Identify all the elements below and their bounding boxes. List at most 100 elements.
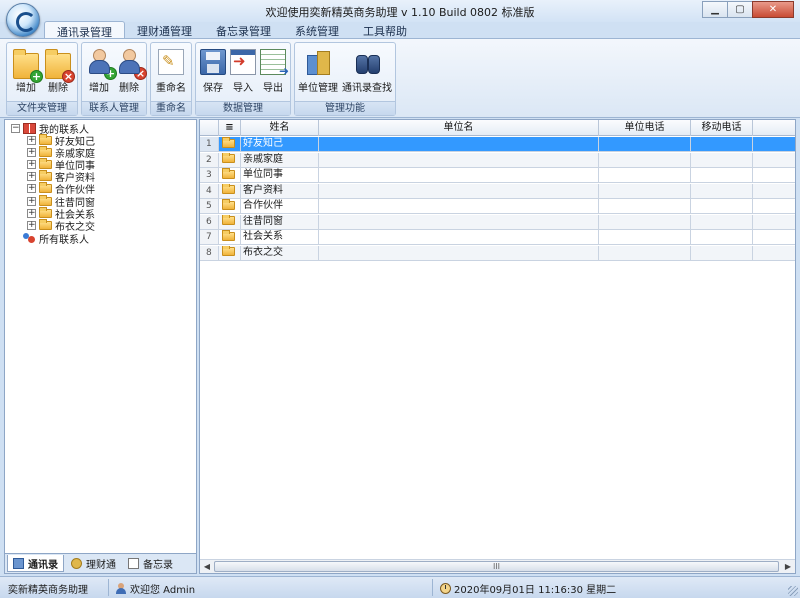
column-header-company[interactable]: 单位名 bbox=[319, 120, 599, 136]
cell-office-phone[interactable] bbox=[599, 214, 691, 230]
table-row[interactable]: 8 布衣之交 bbox=[200, 245, 795, 261]
expand-icon[interactable]: + bbox=[27, 221, 36, 230]
expand-icon[interactable]: + bbox=[27, 160, 36, 169]
cell-name[interactable]: 单位同事 bbox=[241, 168, 319, 183]
row-icon-cell[interactable] bbox=[219, 183, 241, 199]
expand-icon[interactable]: + bbox=[27, 136, 36, 145]
cell-office-phone[interactable] bbox=[599, 152, 691, 168]
scroll-left-icon[interactable]: ◀ bbox=[200, 560, 214, 573]
app-menu-orb-icon[interactable] bbox=[6, 3, 40, 37]
cell-extra[interactable] bbox=[753, 137, 795, 152]
delete-folder-button[interactable]: × 删除 bbox=[43, 49, 75, 97]
column-chooser-icon[interactable]: ≡ bbox=[219, 120, 241, 136]
cell-office-phone[interactable] bbox=[599, 183, 691, 199]
row-icon-cell[interactable] bbox=[219, 230, 241, 245]
cell-extra[interactable] bbox=[753, 230, 795, 245]
add-folder-button[interactable]: + 增加 bbox=[11, 49, 43, 97]
expand-icon[interactable]: + bbox=[27, 172, 36, 181]
cell-office-phone[interactable] bbox=[599, 245, 691, 261]
row-icon-cell[interactable] bbox=[219, 214, 241, 230]
tab-finance[interactable]: 理财通管理 bbox=[125, 21, 204, 39]
cell-name[interactable]: 客户资料 bbox=[241, 183, 319, 199]
row-icon-cell[interactable] bbox=[219, 245, 241, 261]
tree-all-contacts[interactable]: 所有联系人 bbox=[23, 232, 89, 246]
tab-tools-help[interactable]: 工具帮助 bbox=[351, 21, 419, 39]
import-button[interactable]: 导入 bbox=[229, 49, 257, 97]
cell-mobile[interactable] bbox=[691, 152, 753, 168]
delete-contact-button[interactable]: × 删除 bbox=[115, 49, 147, 97]
module-tab-contacts[interactable]: 通讯录 bbox=[7, 555, 64, 572]
close-button[interactable]: ✕ bbox=[752, 1, 794, 18]
table-row[interactable]: 7 社会关系 bbox=[200, 230, 795, 245]
cell-mobile[interactable] bbox=[691, 199, 753, 214]
horizontal-scrollbar[interactable]: ◀ III ▶ bbox=[200, 559, 795, 573]
cell-mobile[interactable] bbox=[691, 137, 753, 152]
contacts-search-button[interactable]: 通讯录查找 bbox=[341, 49, 393, 97]
cell-company[interactable] bbox=[319, 230, 599, 245]
table-row[interactable]: 2 亲戚家庭 bbox=[200, 152, 795, 168]
cell-company[interactable] bbox=[319, 152, 599, 168]
cell-name[interactable]: 合作伙伴 bbox=[241, 199, 319, 214]
cell-name[interactable]: 好友知己 bbox=[241, 137, 319, 152]
tab-memo[interactable]: 备忘录管理 bbox=[204, 21, 283, 39]
cell-mobile[interactable] bbox=[691, 168, 753, 183]
export-button[interactable]: 导出 bbox=[259, 49, 289, 97]
column-header-name[interactable]: 姓名 bbox=[241, 120, 319, 136]
unit-management-button[interactable]: 单位管理 bbox=[297, 49, 339, 97]
cell-office-phone[interactable] bbox=[599, 137, 691, 152]
maximize-button[interactable]: ▢ bbox=[727, 1, 753, 18]
add-contact-button[interactable]: + 增加 bbox=[85, 49, 117, 97]
cell-mobile[interactable] bbox=[691, 183, 753, 199]
expand-icon[interactable]: + bbox=[27, 184, 36, 193]
cell-company[interactable] bbox=[319, 137, 599, 152]
cell-name[interactable]: 往昔同窗 bbox=[241, 214, 319, 230]
save-button[interactable]: 保存 bbox=[199, 49, 227, 97]
row-icon-cell[interactable] bbox=[219, 137, 241, 152]
cell-mobile[interactable] bbox=[691, 214, 753, 230]
module-tab-finance[interactable]: 理财通 bbox=[66, 555, 121, 572]
rename-button[interactable]: 重命名 bbox=[153, 49, 189, 97]
cell-office-phone[interactable] bbox=[599, 168, 691, 183]
cell-office-phone[interactable] bbox=[599, 199, 691, 214]
table-row[interactable]: 5 合作伙伴 bbox=[200, 199, 795, 214]
cell-extra[interactable] bbox=[753, 168, 795, 183]
expand-icon[interactable]: + bbox=[27, 148, 36, 157]
table-row[interactable]: 6 往昔同窗 bbox=[200, 214, 795, 230]
tab-system[interactable]: 系统管理 bbox=[283, 21, 351, 39]
expand-icon[interactable]: + bbox=[27, 209, 36, 218]
cell-name[interactable]: 社会关系 bbox=[241, 230, 319, 245]
collapse-icon[interactable]: − bbox=[11, 124, 20, 133]
row-icon-cell[interactable] bbox=[219, 168, 241, 183]
cell-company[interactable] bbox=[319, 245, 599, 261]
row-icon-cell[interactable] bbox=[219, 199, 241, 214]
module-tab-memo[interactable]: 备忘录 bbox=[123, 555, 178, 572]
expand-icon[interactable]: + bbox=[27, 197, 36, 206]
table-row[interactable]: 1 好友知己 bbox=[200, 137, 795, 152]
cell-company[interactable] bbox=[319, 199, 599, 214]
cell-name[interactable]: 布衣之交 bbox=[241, 245, 319, 261]
cell-company[interactable] bbox=[319, 168, 599, 183]
folder-icon bbox=[39, 170, 52, 181]
cell-mobile[interactable] bbox=[691, 230, 753, 245]
cell-extra[interactable] bbox=[753, 214, 795, 230]
cell-extra[interactable] bbox=[753, 183, 795, 199]
cell-company[interactable] bbox=[319, 183, 599, 199]
cell-extra[interactable] bbox=[753, 152, 795, 168]
table-row[interactable]: 3 单位同事 bbox=[200, 168, 795, 183]
cell-extra[interactable] bbox=[753, 245, 795, 261]
resize-grip-icon[interactable] bbox=[788, 586, 798, 596]
row-icon-cell[interactable] bbox=[219, 152, 241, 168]
add-folder-label: 增加 bbox=[16, 83, 36, 94]
scroll-thumb[interactable]: III bbox=[214, 561, 779, 572]
table-row[interactable]: 4 客户资料 bbox=[200, 183, 795, 199]
minimize-button[interactable]: ▁ bbox=[702, 1, 728, 18]
cell-company[interactable] bbox=[319, 214, 599, 230]
scroll-right-icon[interactable]: ▶ bbox=[781, 560, 795, 573]
tab-contacts[interactable]: 通讯录管理 bbox=[44, 21, 125, 39]
column-header-office-phone[interactable]: 单位电话 bbox=[599, 120, 691, 136]
cell-mobile[interactable] bbox=[691, 245, 753, 261]
cell-name[interactable]: 亲戚家庭 bbox=[241, 152, 319, 168]
column-header-mobile[interactable]: 移动电话 bbox=[691, 120, 753, 136]
cell-office-phone[interactable] bbox=[599, 230, 691, 245]
cell-extra[interactable] bbox=[753, 199, 795, 214]
